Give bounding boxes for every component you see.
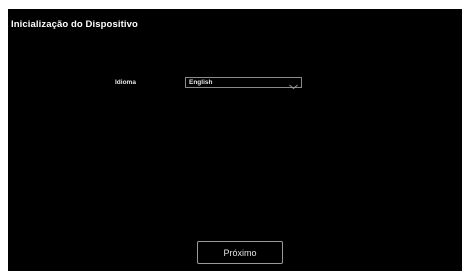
language-label: Idioma xyxy=(115,79,136,86)
language-selected-value: English xyxy=(189,79,213,86)
chevron-down-icon xyxy=(288,78,299,90)
device-initialization-dialog: Inicialização do Dispositivo Idioma Engl… xyxy=(8,9,462,271)
language-select[interactable]: English xyxy=(185,77,302,90)
dialog-title: Inicialização do Dispositivo xyxy=(11,19,138,30)
next-button[interactable]: Próximo xyxy=(197,241,283,264)
